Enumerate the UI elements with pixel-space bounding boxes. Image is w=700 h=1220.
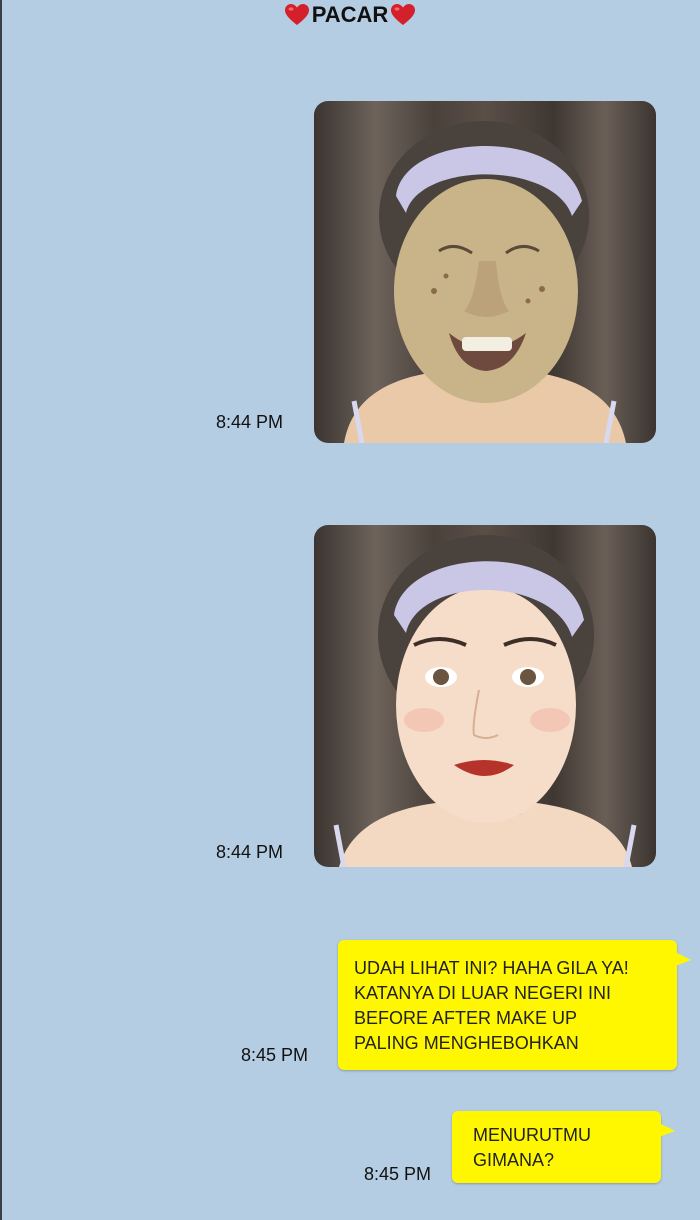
message-text-line: KATANYA DI LUAR NEGERI INI [354, 983, 612, 1003]
screen-edge [0, 0, 2, 1220]
photo-illustration [344, 121, 626, 443]
heart-icon [391, 4, 416, 25]
chat-title[interactable]: PACAR [312, 2, 389, 28]
photo-illustration [333, 535, 637, 867]
image-message-photo[interactable] [314, 101, 656, 443]
chat-header: PACAR [0, 0, 700, 30]
bubble-tail [659, 1123, 675, 1137]
image-message-photo[interactable] [314, 525, 656, 867]
heart-icon [284, 4, 309, 25]
message-timestamp: 8:44 PM [216, 412, 284, 432]
text-message-bubble[interactable]: UDAH LIHAT INI? HAHA GILA YA! KATANYA DI… [338, 940, 691, 1070]
bubble-tail [675, 952, 691, 966]
message-text-line: UDAH LIHAT INI? HAHA GILA YA! [354, 958, 629, 978]
message-timestamp: 8:44 PM [216, 842, 284, 862]
message-text-line: MENURUTMU [473, 1125, 591, 1145]
message-text-line: PALING MENGHEBOHKAN [354, 1033, 579, 1053]
message-timestamp: 8:45 PM [364, 1164, 432, 1184]
message-text-line: GIMANA? [473, 1150, 555, 1170]
text-message-bubble[interactable]: MENURUTMU GIMANA? [452, 1111, 675, 1183]
message-timestamp: 8:45 PM [241, 1045, 309, 1065]
message-text-line: BEFORE AFTER MAKE UP [354, 1008, 578, 1028]
